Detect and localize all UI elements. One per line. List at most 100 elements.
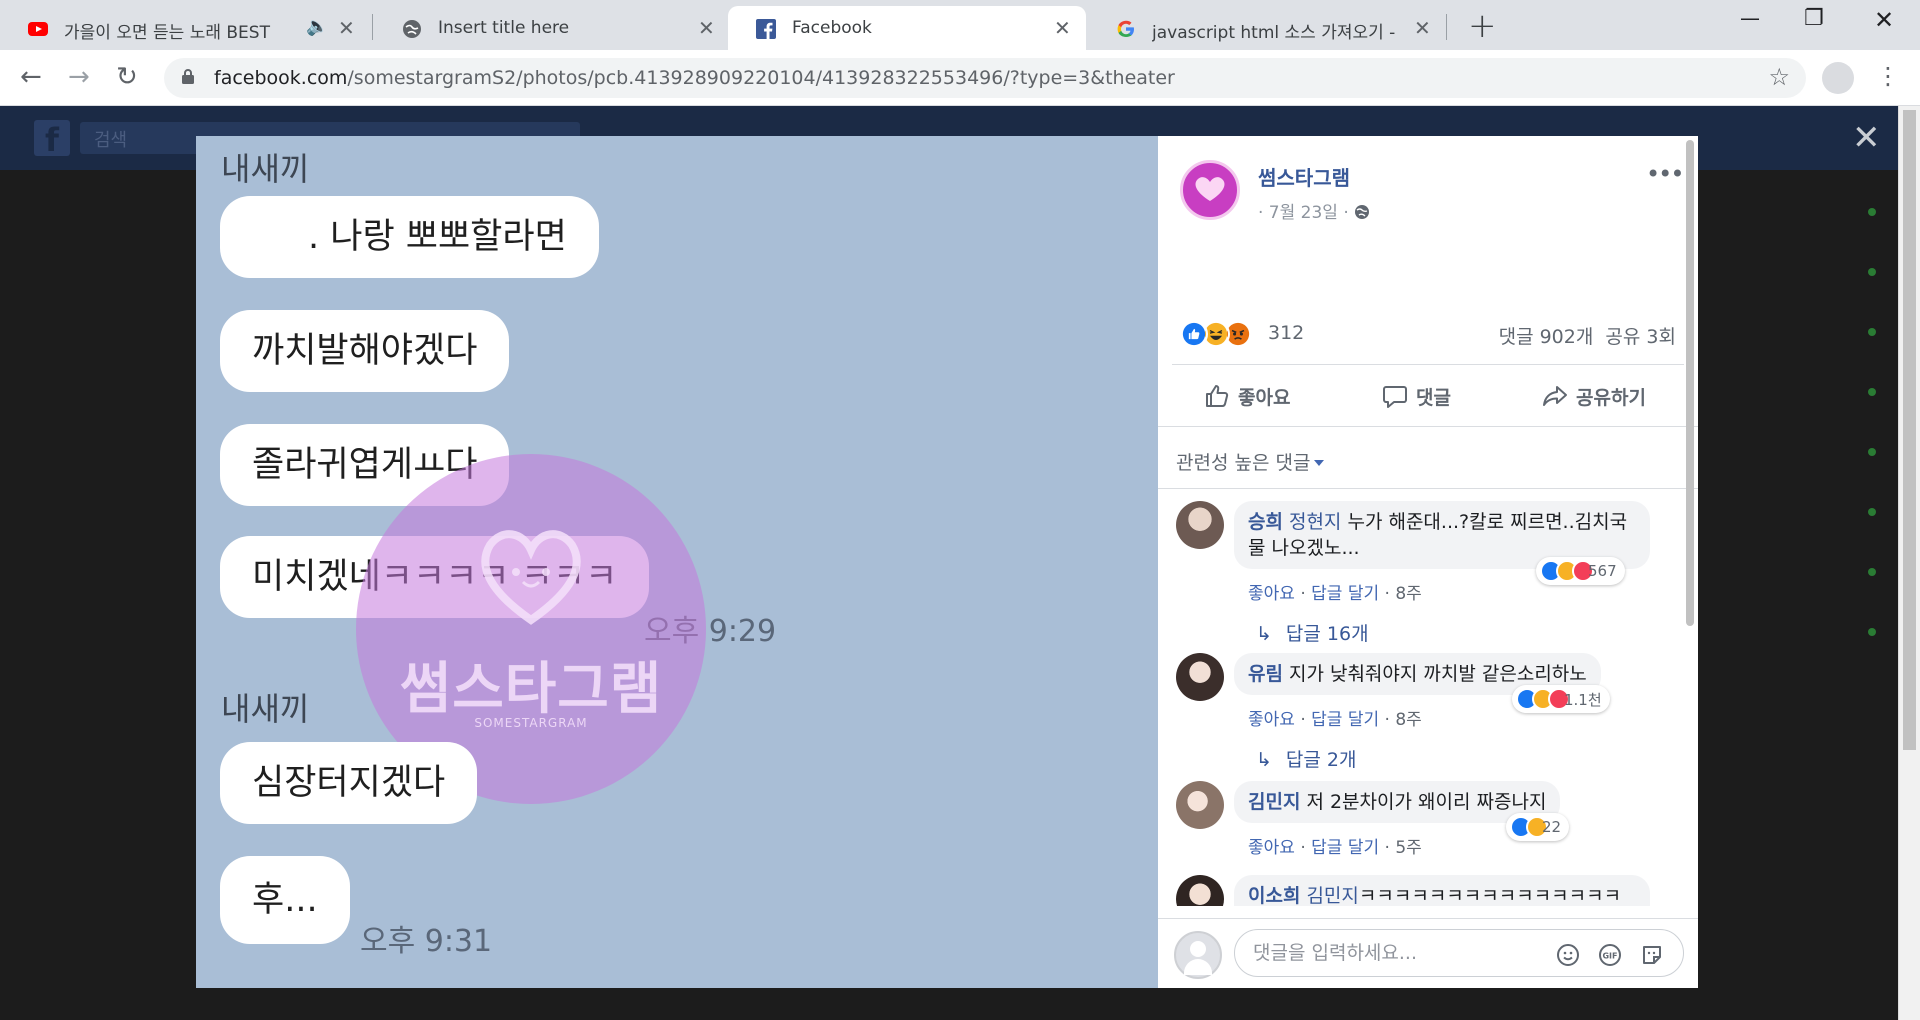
comment-reactions[interactable]: 22 — [1506, 813, 1570, 841]
omnibox[interactable]: facebook.com/somestargramS2/photos/pcb.4… — [164, 58, 1806, 98]
close-tab-icon[interactable]: ✕ — [1054, 16, 1071, 40]
comment-mention[interactable]: 정현지 — [1289, 511, 1341, 533]
close-tab-icon[interactable]: ✕ — [1414, 16, 1431, 40]
comment-share-stats[interactable]: 댓글 902개 공유 3회 — [1499, 322, 1676, 349]
chat-sender-name: 내새끼 — [221, 690, 310, 728]
reply-arrow-icon: ↳ — [1256, 623, 1272, 645]
url-text[interactable]: facebook.com/somestargramS2/photos/pcb.4… — [214, 67, 1175, 89]
google-icon — [1117, 20, 1134, 37]
comment-button[interactable]: 댓글 — [1382, 376, 1451, 416]
share-button[interactable]: 공유하기 — [1542, 376, 1646, 416]
commenter-avatar[interactable] — [1176, 781, 1224, 829]
comment-like-link[interactable]: 좋아요 — [1248, 710, 1295, 730]
bookmark-star-icon[interactable]: ☆ — [1768, 63, 1790, 91]
heart-wings-icon — [481, 530, 581, 625]
profile-avatar[interactable] — [1822, 62, 1854, 94]
reload-icon[interactable]: ↻ — [116, 62, 138, 92]
close-theater-icon[interactable]: ✕ — [1852, 118, 1881, 158]
speaker-icon[interactable]: 🔈 — [306, 16, 328, 37]
page-name-link[interactable]: 썸스타그램 — [1258, 162, 1350, 191]
comment-author[interactable]: 승희 — [1248, 511, 1283, 533]
chat-sender-name: 내새끼 — [221, 150, 310, 188]
caret-down-icon — [1314, 460, 1325, 466]
maximize-icon[interactable]: ❐ — [1804, 6, 1824, 31]
comment-sort-dropdown[interactable]: 관련성 높은 댓글 — [1176, 448, 1325, 475]
comment-reactions[interactable]: 567 — [1536, 557, 1625, 585]
close-tab-icon[interactable]: ✕ — [698, 16, 715, 40]
new-tab-button[interactable]: + — [1468, 6, 1497, 46]
online-status-dot — [1868, 328, 1876, 336]
comment-reply-link[interactable]: 답글 달기 — [1311, 584, 1379, 604]
chat-timestamp: 오후 9:31 — [360, 924, 493, 959]
thumbs-up-icon — [1206, 385, 1229, 407]
sticker-icon[interactable] — [1640, 943, 1664, 967]
comment-author[interactable]: 김민지 — [1248, 791, 1300, 813]
commenter-avatar[interactable] — [1176, 501, 1224, 549]
comment-meta: 좋아요 · 답글 달기 · 8주 — [1248, 710, 1422, 730]
tab-insert-title[interactable]: Insert title here ✕ — [374, 6, 726, 50]
post-date[interactable]: · 7월 23일 · — [1258, 198, 1370, 223]
like-button[interactable]: 좋아요 — [1204, 376, 1290, 416]
comment-time[interactable]: 8주 — [1395, 710, 1421, 730]
commenter-avatar[interactable] — [1176, 653, 1224, 701]
close-tab-icon[interactable]: ✕ — [338, 16, 355, 40]
globe-icon — [403, 20, 421, 38]
like-label: 좋아요 — [1238, 386, 1291, 409]
chat-bubble: 후... — [220, 856, 350, 944]
tab-title: 가을이 오면 듣는 노래 BEST — [64, 23, 270, 43]
panel-scrollbar-thumb[interactable] — [1686, 140, 1694, 626]
online-status-dot — [1868, 388, 1876, 396]
page-avatar[interactable] — [1180, 160, 1240, 220]
scrollbar-thumb[interactable] — [1903, 110, 1916, 750]
facebook-icon — [756, 19, 776, 39]
comment-author[interactable]: 이소희 — [1248, 885, 1300, 906]
post-date-text: · 7월 23일 · — [1258, 203, 1349, 223]
comment-time[interactable]: 8주 — [1395, 584, 1421, 604]
comment-like-link[interactable]: 좋아요 — [1248, 584, 1295, 604]
minimize-icon[interactable]: — — [1740, 6, 1760, 30]
share-label: 공유하기 — [1576, 386, 1646, 409]
comment-like-link[interactable]: 좋아요 — [1248, 838, 1295, 858]
tab-facebook[interactable]: Facebook ✕ — [728, 6, 1086, 50]
divider — [1158, 426, 1698, 427]
comment-label: 댓글 — [1416, 386, 1451, 409]
comment-author[interactable]: 유림 — [1248, 663, 1283, 685]
chat-bubble: 심장터지겠다 — [220, 742, 478, 824]
online-status-dot — [1868, 628, 1876, 636]
comment-time[interactable]: 5주 — [1395, 838, 1421, 858]
back-arrow-icon[interactable]: ← — [20, 62, 42, 92]
svg-text:GIF: GIF — [1602, 952, 1617, 961]
url-path: /somestargramS2/photos/pcb.4139289092201… — [347, 67, 1175, 89]
tab-strip: 가을이 오면 듣는 노래 BEST 🔈 ✕ Insert title here … — [0, 0, 1920, 50]
tab-youtube[interactable]: 가을이 오면 듣는 노래 BEST 🔈 ✕ — [0, 6, 370, 50]
comment-list[interactable]: 승희 정현지 누가 해준대...?칼로 찌르면..김치국물 나오겠노... 567… — [1158, 488, 1698, 906]
comment-reply-link[interactable]: 답글 달기 — [1311, 710, 1379, 730]
comment-mention[interactable]: 김민지 — [1306, 885, 1358, 906]
comment-bubble: 이소희김민지ㅋㅋㅋㅋㅋㅋㅋㅋㅋㅋㅋㅋㅋㅋㅋㅋㅋㅋㅋㅋㅋㅋㅋㅋㅋㅋㅋ ㅠㅠ혼자 상… — [1234, 875, 1650, 906]
browser-menu-icon[interactable]: ⋮ — [1876, 62, 1900, 90]
gif-icon[interactable]: GIF — [1598, 943, 1622, 967]
facebook-logo-icon[interactable]: f — [34, 120, 70, 159]
online-status-dot — [1868, 268, 1876, 276]
tab-title: Insert title here — [438, 18, 570, 38]
page-scrollbar[interactable] — [1898, 106, 1920, 1020]
post-options-icon[interactable]: ••• — [1646, 160, 1684, 188]
sort-label: 관련성 높은 댓글 — [1176, 452, 1311, 474]
lock-icon — [182, 69, 194, 84]
comment-reactions[interactable]: 1.1천 — [1512, 685, 1610, 713]
reaction-count[interactable]: 312 — [1268, 322, 1304, 344]
forward-arrow-icon[interactable]: → — [68, 62, 90, 92]
commenter-avatar[interactable] — [1176, 875, 1224, 906]
tab-google[interactable]: javascript html 소스 가져오기 - ✕ — [1088, 6, 1444, 50]
watermark-text: 썸스타그램 — [399, 657, 663, 722]
close-window-icon[interactable]: ✕ — [1874, 6, 1894, 34]
replies-count: 답글 16개 — [1285, 623, 1369, 645]
view-replies-link[interactable]: ↳ 답글 2개 — [1256, 745, 1357, 772]
reply-arrow-icon: ↳ — [1256, 749, 1272, 771]
view-replies-link[interactable]: ↳ 답글 16개 — [1256, 619, 1369, 646]
comment-reaction-count: 1.1천 — [1564, 690, 1602, 709]
emoji-icon[interactable] — [1556, 943, 1580, 967]
comment-reply-link[interactable]: 답글 달기 — [1311, 838, 1379, 858]
comment-bubble-icon — [1383, 386, 1407, 408]
post-photo[interactable]: 내새끼 . 나랑 뽀뽀할라면 까치발해야겠다 졸라귀엽게ㅛ다 미치겠네ㅋㅋㅋㅋ … — [196, 136, 1158, 988]
